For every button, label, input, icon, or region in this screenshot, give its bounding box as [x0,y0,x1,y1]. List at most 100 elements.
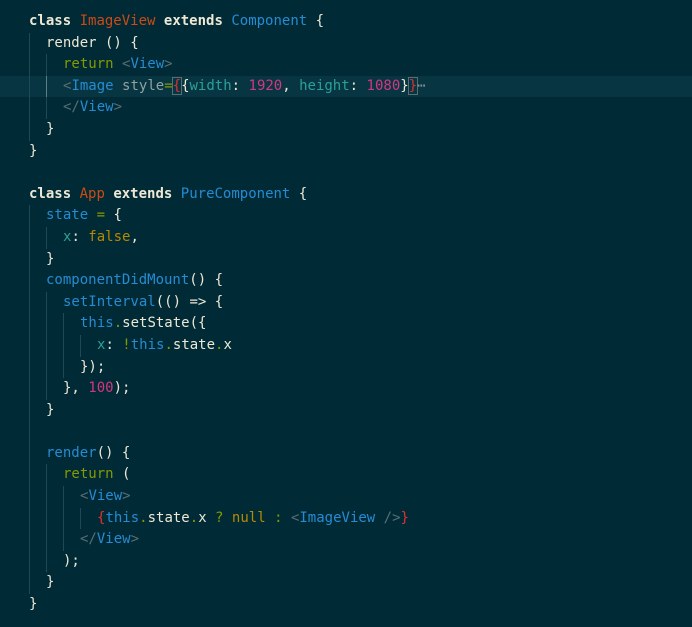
indent-guide [29,550,46,573]
indent-guide [29,378,46,400]
keyword-return: return [63,466,114,483]
punctuation: : [231,77,249,94]
indent-guide [46,486,63,508]
code-line-1: class ImageView extends Component { [29,11,426,33]
indent-guide [29,118,46,141]
indent-guide [29,205,46,227]
indent-guide [63,529,80,551]
punctuation: ); [63,552,80,569]
dot-operator: . [113,315,123,332]
indent-guide [46,291,63,314]
code-line-19: } [29,399,426,422]
punctuation: : [71,228,89,245]
arrow-operator: => [189,293,207,310]
folded-ellipsis[interactable]: ⋯ [417,78,425,94]
tag-bracket: /> [375,509,401,526]
indent-guide [46,54,63,76]
dot-operator: . [139,509,148,526]
method-name: componentDidMount [46,272,190,289]
code-line-13: componentDidMount() { [29,270,426,292]
number-literal: 1080 [366,77,401,94]
indent-guide [46,550,63,573]
tag-bracket: </ [63,99,80,116]
indent-guide [29,291,46,314]
keyword-this: this [80,315,114,332]
tag-bracket: > [113,99,123,116]
punctuation: , [282,77,300,94]
punctuation: : [349,77,367,94]
indent-guide [29,54,46,76]
code-editor[interactable]: class ImageView extends Component { rend… [0,0,692,627]
indent-guide [63,507,80,530]
operator: = [164,77,173,94]
indent-guide [29,442,46,465]
indent-guide [29,507,46,530]
indent-guide [63,334,80,357]
indent-guide [29,313,46,335]
indent-guide [29,486,46,508]
object-key: height [299,77,350,94]
dot-operator: . [164,336,173,353]
keyword-return: return [63,56,114,73]
jsx-tag: ImageView [299,509,376,526]
function-call: setInterval [63,293,156,310]
code-line-15: this.setState({ [29,313,426,335]
punctuation: }); [80,358,106,375]
operator: = [88,207,106,224]
punctuation: } [29,142,38,159]
punctuation: }, [63,380,89,397]
matched-brace: } [407,76,419,95]
code-line-21: render() { [29,442,426,465]
indent-guide [29,572,46,595]
indent-guide [29,334,46,357]
keyword-this: this [130,336,165,353]
punctuation: () { [189,272,224,289]
code-line-24: {this.state.x ? null : <ImageView />} [29,507,426,530]
keyword-extends: extends [113,185,173,202]
indent-guide [46,464,63,487]
code-line-11: x: false, [29,226,426,249]
indent-guide [29,529,46,551]
ternary-operator: ? [206,509,232,526]
ternary-operator: : [265,509,291,526]
code-line-12: } [29,248,426,271]
code-line-4-current: <Image style={{width: 1920, height: 1080… [0,75,692,98]
code-line-5: </View> [29,97,426,119]
property: state [147,509,190,526]
code-line-6: } [29,118,426,141]
code-line-7: } [29,141,426,163]
indent-guide [29,270,46,292]
tag-bracket: </ [80,531,97,548]
base-class: Component [231,13,308,29]
code-line-25: </View> [29,529,426,551]
dot-operator: . [189,509,199,526]
punctuation: () { [96,444,131,461]
indent-guide [46,226,63,249]
base-class: PureComponent [180,185,291,202]
method-name: render [46,34,97,51]
jsx-tag: View [130,56,165,73]
code-line-18: }, 100); [29,378,426,400]
property: state [172,336,216,353]
code-line-14: setInterval(() => { [29,291,426,314]
indent-guide [29,248,46,271]
indent-guide [29,464,46,487]
punctuation: { [290,185,308,202]
punctuation: ( [113,466,131,483]
boolean-literal: false [88,228,131,245]
indent-guide [29,97,46,119]
code-area[interactable]: class ImageView extends Component { rend… [0,11,692,616]
indent-guide [29,356,46,379]
punctuation: { [307,13,325,29]
keyword-class: class [29,185,72,202]
not-operator: ! [122,336,131,353]
indent-guide [46,378,63,400]
punctuation: } [46,120,55,137]
punctuation: { [206,293,224,310]
indent-guide [46,507,63,530]
punctuation: ({ [189,315,207,332]
property: x [198,509,207,526]
code-line-17: }); [29,356,426,379]
property: x [223,336,232,353]
class-name: App [79,185,105,202]
